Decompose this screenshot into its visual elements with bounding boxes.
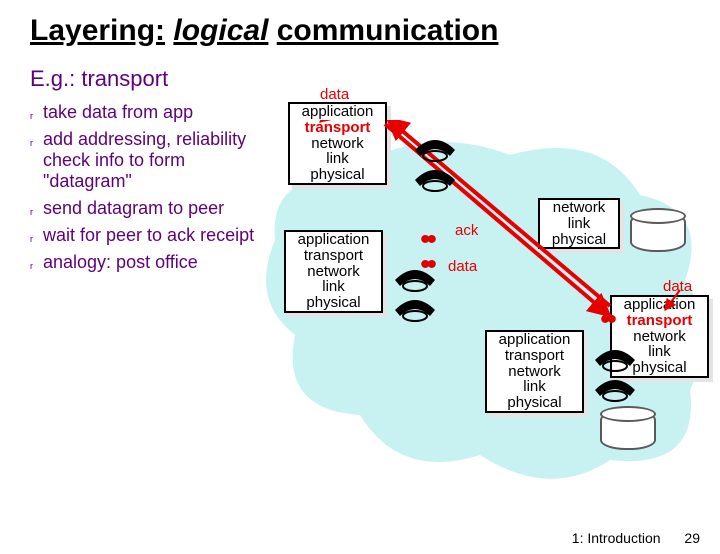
slide-title: Layering: logical communication [30, 14, 690, 48]
layer-transport: transport [487, 348, 582, 364]
footer: 1: Introduction 29 [572, 530, 700, 546]
title-word-logical: logical [173, 14, 268, 47]
bullet-text: take data from app [43, 102, 193, 123]
footer-section: 1: Introduction [572, 530, 661, 546]
layer-physical: physical [540, 232, 618, 248]
footer-page: 29 [684, 530, 700, 546]
list-item: r take data from app [30, 102, 260, 123]
layer-application: application [612, 297, 707, 313]
router-icon [630, 212, 686, 252]
list-item: r send datagram to peer [30, 198, 260, 219]
bullet-icon: r [30, 261, 33, 271]
layer-transport: transport [290, 120, 385, 136]
bullet-icon: r [30, 111, 33, 121]
layer-link: link [487, 379, 582, 395]
bullet-text: send datagram to peer [43, 198, 224, 219]
list-item: r add addressing, reliability check info … [30, 129, 260, 192]
router-icon [600, 410, 656, 450]
layer-physical: physical [290, 167, 385, 183]
layer-link: link [286, 279, 381, 295]
bullet-icon: r [30, 234, 33, 244]
layer-physical: physical [487, 395, 582, 411]
annot-data-top: data [320, 86, 349, 103]
bullet-icon: r [30, 207, 33, 217]
annot-data-right: data [663, 278, 692, 295]
bullet-list: r take data from app r add addressing, rel… [30, 102, 260, 273]
subtitle: E.g.: transport [30, 66, 690, 92]
layer-link: link [290, 151, 385, 167]
layer-network: network [290, 136, 385, 152]
phone-icon [410, 130, 460, 162]
phone-icon [390, 290, 440, 322]
annot-data-mid: data [448, 258, 477, 275]
phone-icon [590, 370, 640, 402]
layer-transport: transport [612, 313, 707, 329]
host-stack-left: application transport network link physi… [284, 230, 383, 313]
layer-network: network [487, 364, 582, 380]
layer-transport: transport [286, 248, 381, 264]
list-item: r analogy: post office [30, 252, 260, 273]
host-stack-bottom-mid: application transport network link physi… [485, 330, 584, 413]
layer-application: application [487, 332, 582, 348]
phone-icon [590, 340, 640, 372]
layer-link: link [540, 216, 618, 232]
layer-network: network [286, 264, 381, 280]
layer-application: application [286, 232, 381, 248]
bullet-icon: r [30, 138, 33, 148]
phone-icon [410, 160, 460, 192]
network-diagram: data ack data data application transport… [260, 120, 710, 500]
annot-ack: ack [455, 222, 478, 239]
bullet-text: wait for peer to ack receipt [43, 225, 254, 246]
router-stack-top: network link physical [538, 198, 620, 249]
list-item: r wait for peer to ack receipt [30, 225, 260, 246]
layer-network: network [540, 200, 618, 216]
layer-physical: physical [286, 295, 381, 311]
bullet-text: add addressing, reliability check info t… [43, 129, 260, 192]
layer-application: application [290, 104, 385, 120]
bullet-text: analogy: post office [43, 252, 198, 273]
title-word-communication: communication [277, 14, 499, 47]
host-stack-top: application transport network link physi… [288, 102, 387, 185]
title-word-layering: Layering: [30, 14, 165, 47]
